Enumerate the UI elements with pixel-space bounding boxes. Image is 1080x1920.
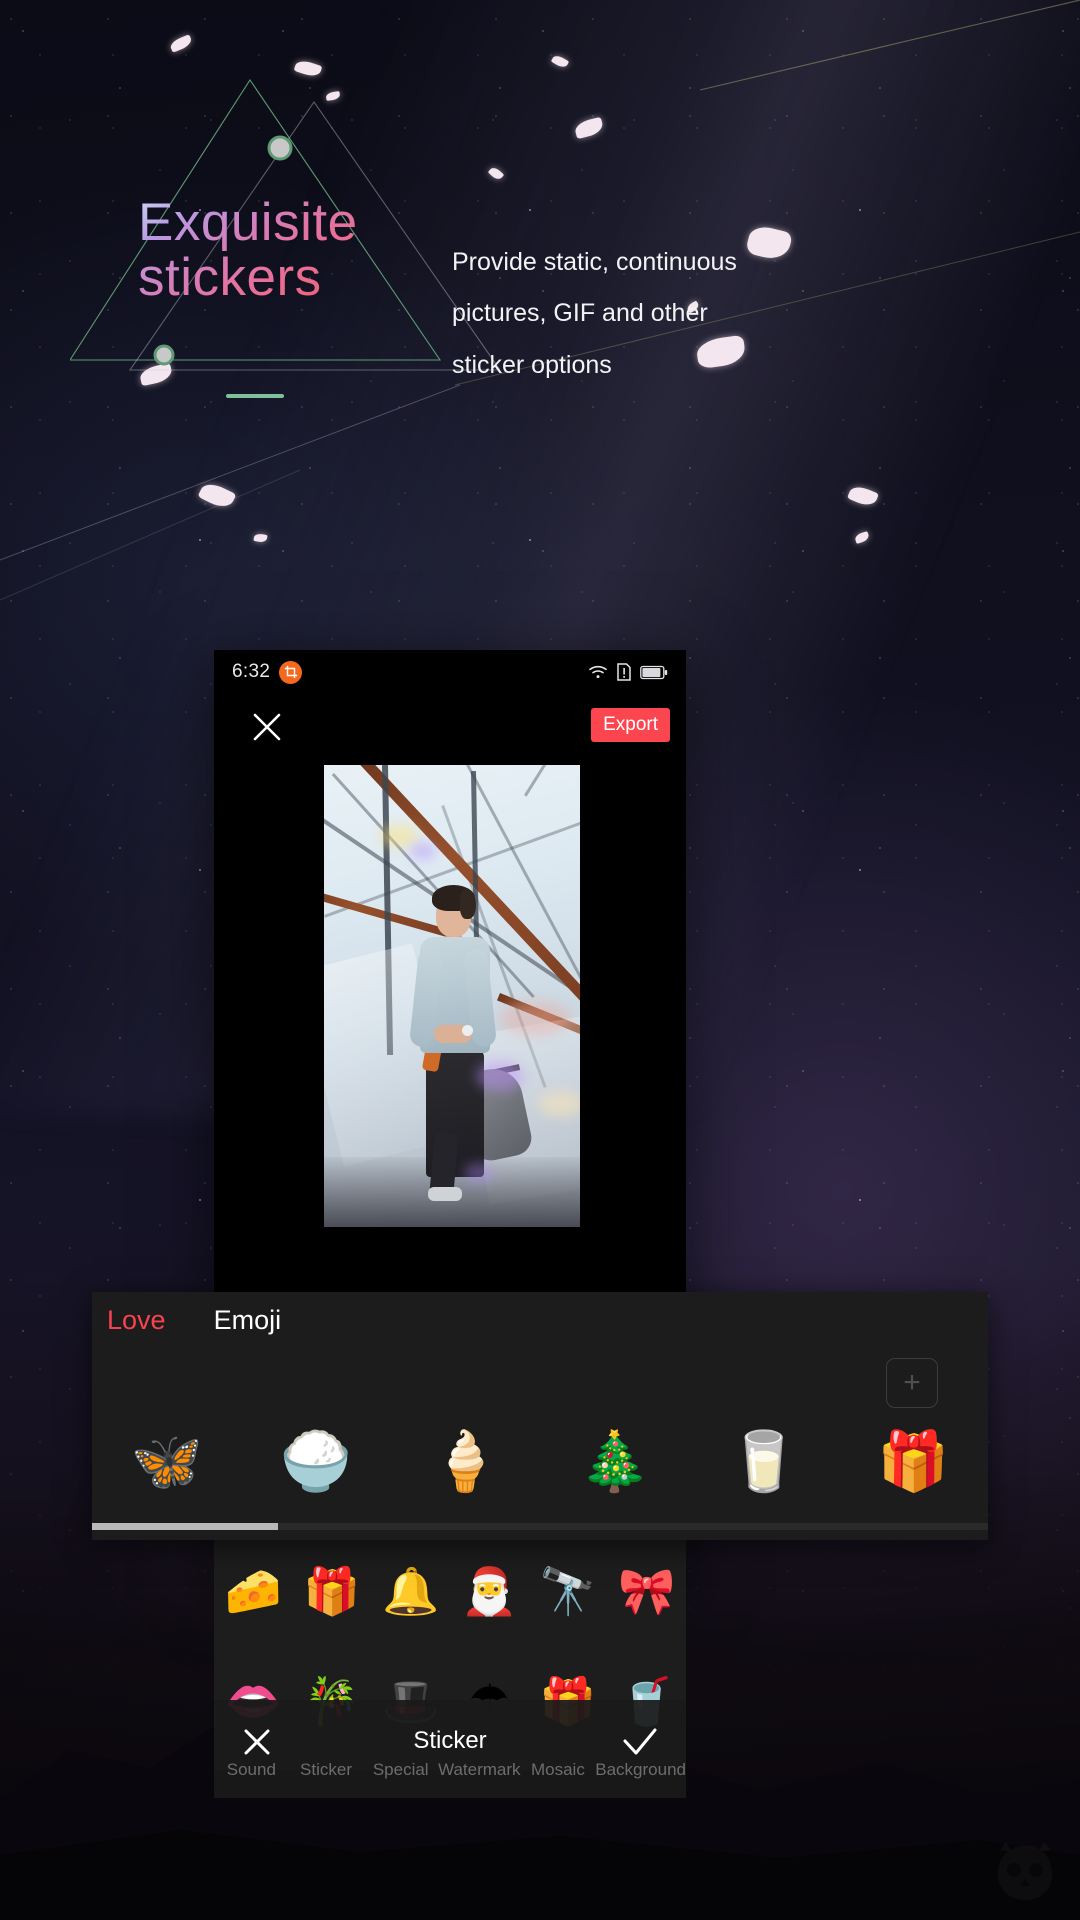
lens-flare: [380, 825, 418, 847]
photo-subject: [402, 873, 535, 1203]
export-button[interactable]: Export: [591, 708, 670, 742]
add-sticker-button[interactable]: +: [886, 1358, 938, 1408]
sticker-picker-panel: Love Emoji + 🦋 🍚 🍦 🎄 🥛 🎁: [92, 1292, 988, 1540]
status-time: 6:32: [232, 661, 271, 682]
sticker-cell[interactable]: 🔔: [371, 1568, 450, 1614]
wifi-icon: [589, 665, 607, 679]
tool-sticker[interactable]: Sticker: [289, 1761, 364, 1778]
tool-sound[interactable]: Sound: [214, 1761, 289, 1778]
editor-toolbar: Sound Sticker Special Watermark Mosaic B…: [214, 1700, 686, 1798]
owl-logo: [998, 1842, 1052, 1900]
photo-preview[interactable]: [324, 765, 580, 1227]
sticker-cell[interactable]: 🎁: [293, 1568, 372, 1614]
sticker-gift[interactable]: 🎁: [839, 1433, 988, 1491]
status-bar: 6:32: [214, 650, 686, 694]
lens-flare: [476, 1061, 524, 1091]
sticker-cell[interactable]: 🎅: [450, 1568, 529, 1614]
toolbar-items: Sound Sticker Special Watermark Mosaic B…: [214, 1752, 686, 1786]
sticker-wreath[interactable]: 🎄: [540, 1433, 689, 1491]
toolbar-title: Sticker: [413, 1727, 487, 1754]
close-icon[interactable]: [250, 710, 284, 744]
tool-background[interactable]: Background: [595, 1761, 686, 1778]
sticker-category-tabs: Love Emoji: [92, 1292, 988, 1348]
tool-mosaic[interactable]: Mosaic: [521, 1761, 596, 1778]
sticker-grid-row: 🧀 🎁 🔔 🎅 🔭 🎀: [214, 1548, 686, 1634]
sticker-list: 🦋 🍚 🍦 🎄 🥛 🎁: [92, 1412, 988, 1512]
sticker-cell[interactable]: 🔭: [529, 1568, 608, 1614]
lens-flare: [464, 1163, 494, 1183]
page-title: Exquisite stickers: [138, 195, 438, 305]
status-bar-left: 6:32: [232, 660, 303, 684]
confirm-button[interactable]: [622, 1726, 658, 1758]
sticker-cell[interactable]: 🧀: [214, 1568, 293, 1614]
tool-watermark[interactable]: Watermark: [438, 1761, 521, 1778]
title-underline: [226, 394, 284, 398]
wristwatch: [462, 1025, 473, 1036]
hair-side: [460, 889, 476, 919]
lens-flare: [410, 843, 436, 859]
tab-love[interactable]: Love: [107, 1306, 166, 1334]
crop-icon-glyph: [284, 665, 297, 679]
editor-top-bar: Export: [214, 698, 686, 768]
lens-flare: [500, 1001, 570, 1035]
lens-flare: [538, 1091, 580, 1117]
sticker-butterfly[interactable]: 🦋: [92, 1433, 241, 1491]
sticker-cell[interactable]: 🎀: [607, 1568, 686, 1614]
sticker-milk[interactable]: 🥛: [689, 1433, 838, 1491]
status-bar-right: [588, 663, 668, 681]
tab-emoji[interactable]: Emoji: [214, 1306, 282, 1334]
sticker-rice-bowl[interactable]: 🍚: [241, 1433, 390, 1491]
sticker-ice-cream[interactable]: 🍦: [391, 1433, 540, 1491]
shoe: [428, 1187, 462, 1201]
sim-card-alert-icon: [617, 663, 631, 681]
promo-description: Provide static, continuous pictures, GIF…: [452, 248, 737, 379]
photo-content: [324, 765, 580, 1227]
panel-scrollbar-thumb[interactable]: [92, 1523, 278, 1530]
crop-icon: [279, 660, 303, 684]
battery-icon: [640, 665, 668, 679]
tool-special[interactable]: Special: [363, 1761, 438, 1778]
